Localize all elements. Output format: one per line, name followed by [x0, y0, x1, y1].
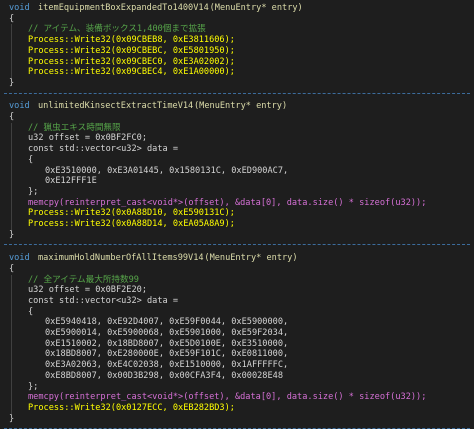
code-text-write: Process::Write32(0x09CBEC0, 0xE3A02002);: [28, 56, 235, 67]
indent-guide: [11, 274, 12, 414]
code-line: }: [0, 230, 474, 240]
code-text-data: 0x18BD8007, 0xE280000E, 0xE59F101C, 0xE0…: [45, 349, 289, 360]
code-line: void itemEquipmentBoxExpandedTo1400V14 (Me…: [0, 3, 474, 13]
code-line: 0xE3510000, 0xE3A01445, 0x1580131C, 0xED…: [0, 166, 474, 176]
code-text-plain: u32 offset = 0x0BF2FC0;: [28, 133, 147, 144]
return-type-keyword: void: [9, 3, 30, 13]
code-text-plain: {: [28, 306, 34, 317]
code-text-plain: {: [28, 154, 34, 165]
code-line: // アイテム、装備ボックス1,400個まで拡張: [0, 24, 474, 34]
function-params: (MenuEntry* entry): [204, 253, 298, 264]
close-brace: }: [9, 413, 15, 424]
close-brace: }: [9, 77, 15, 88]
code-text-data: 0xE3A02063, 0xE4C02038, 0xE1510000, 0x1A…: [45, 360, 289, 371]
code-line: Process::Write32(0x09CBEB8, 0xE3811606);: [0, 35, 474, 45]
function-name: maximumHoldNumberOfAllItems99V14: [38, 253, 204, 264]
code-line: Process::Write32(0x0A88D14, 0xEA05A8A9);: [0, 219, 474, 229]
code-line: 0xE3A02063, 0xE4C02038, 0xE1510000, 0x1A…: [0, 360, 474, 370]
return-type-keyword: void: [9, 101, 30, 112]
code-text-plain: const std::vector<u32> data =: [28, 144, 179, 155]
code-text-data: 0xE1510002, 0x18BD8007, 0xE5D0100E, 0xE3…: [45, 338, 289, 349]
code-line: const std::vector<u32> data =: [0, 296, 474, 306]
code-line: {: [0, 112, 474, 122]
function-params: (MenuEntry* entry): [194, 101, 288, 112]
code-line: void unlimitedKinsectExtractTimeV14 (MenuE…: [0, 101, 474, 111]
code-line: {: [0, 14, 474, 24]
code-text-data: 0xE3510000, 0xE3A01445, 0x1580131C, 0xED…: [45, 165, 289, 176]
return-type-keyword: void: [9, 253, 30, 264]
open-brace: {: [9, 112, 15, 122]
code-line: {: [0, 307, 474, 317]
code-line: Process::Write32(0x09CBEC4, 0xE1A00000);: [0, 67, 474, 77]
code-line: u32 offset = 0x0BF2FC0;: [0, 133, 474, 143]
close-brace: }: [9, 229, 15, 240]
code-line: {: [0, 264, 474, 274]
function-name: itemEquipmentBoxExpandedTo1400V14: [38, 3, 209, 13]
code-line: };: [0, 187, 474, 197]
code-text-data: 0xE5900014, 0xE5900068, 0xE5901000, 0xE5…: [45, 328, 289, 338]
code-line: 0xE5940418, 0xE92D4007, 0xE59F0044, 0xE5…: [0, 317, 474, 327]
code-text-write: Process::Write32(0x0127ECC, 0xEB282BD3);: [28, 402, 235, 413]
code-line: 0xE8BD8007, 0x00D3B298, 0x00CFA3F4, 0x00…: [0, 371, 474, 381]
code-line: 0xE1510002, 0x18BD8007, 0xE5D0100E, 0xE3…: [0, 339, 474, 349]
code-text-write: Process::Write32(0x0A88D14, 0xEA05A8A9);: [28, 219, 235, 229]
code-line: const std::vector<u32> data =: [0, 144, 474, 154]
code-text-comment: // 全アイテム最大所持数99: [28, 274, 139, 285]
code-text-plain: const std::vector<u32> data =: [28, 295, 179, 306]
indent-guide: [11, 122, 12, 230]
code-text-plain: };: [28, 186, 39, 197]
code-line: memcpy(reinterpret_cast<void*>(offset), …: [0, 392, 474, 402]
code-text-data: 0xE12FFF1E: [45, 176, 97, 187]
code-line: }: [0, 78, 474, 88]
code-text-memcpy: memcpy(reinterpret_cast<void*>(offset), …: [28, 197, 427, 208]
code-line: // 全アイテム最大所持数99: [0, 275, 474, 285]
code-line: }: [0, 414, 474, 424]
code-line: Process::Write32(0x0A88D10, 0xE590131C);: [0, 208, 474, 218]
code-line: 0xE12FFF1E: [0, 176, 474, 186]
code-line: };: [0, 382, 474, 392]
function-params: (MenuEntry* entry): [209, 3, 303, 13]
code-text-data: 0xE8BD8007, 0x00D3B298, 0x00CFA3F4, 0x00…: [45, 370, 283, 381]
function-separator: [4, 244, 470, 246]
code-editor[interactable]: void itemEquipmentBoxExpandedTo1400V14 (Me…: [0, 0, 474, 429]
indent-guide: [11, 24, 12, 78]
open-brace: {: [9, 13, 15, 24]
code-line: 0x18BD8007, 0xE280000E, 0xE59F101C, 0xE0…: [0, 349, 474, 359]
code-text-data: 0xE5940418, 0xE92D4007, 0xE59F0044, 0xE5…: [45, 317, 289, 328]
code-text-plain: };: [28, 381, 39, 392]
code-line: u32 offset = 0x0BF2E20;: [0, 285, 474, 295]
code-line: 0xE5900014, 0xE5900068, 0xE5901000, 0xE5…: [0, 328, 474, 338]
code-line: Process::Write32(0x0127ECC, 0xEB282BD3);: [0, 403, 474, 413]
code-line: // 猟虫エキス時間無限: [0, 123, 474, 133]
code-text-write: Process::Write32(0x0A88D10, 0xE590131C);: [28, 208, 235, 219]
code-line: Process::Write32(0x09CBEBC, 0xE5801950);: [0, 46, 474, 56]
code-text-comment: // アイテム、装備ボックス1,400個まで拡張: [28, 24, 206, 35]
code-text-write: Process::Write32(0x09CBEBC, 0xE5801950);: [28, 45, 235, 56]
function-name: unlimitedKinsectExtractTimeV14: [38, 101, 194, 112]
code-text-plain: u32 offset = 0x0BF2E20;: [28, 285, 147, 296]
code-text-comment: // 猟虫エキス時間無限: [28, 122, 121, 133]
function-separator: [4, 92, 470, 94]
code-line: Process::Write32(0x09CBEC0, 0xE3A02002);: [0, 57, 474, 67]
code-line: void maximumHoldNumberOfAllItems99V14 (Men…: [0, 253, 474, 263]
code-text-memcpy: memcpy(reinterpret_cast<void*>(offset), …: [28, 392, 427, 403]
code-line: {: [0, 155, 474, 165]
open-brace: {: [9, 263, 15, 274]
code-line: memcpy(reinterpret_cast<void*>(offset), …: [0, 198, 474, 208]
code-text-write: Process::Write32(0x09CBEB8, 0xE3811606);: [28, 35, 235, 46]
code-text-write: Process::Write32(0x09CBEC4, 0xE1A00000);: [28, 67, 235, 78]
